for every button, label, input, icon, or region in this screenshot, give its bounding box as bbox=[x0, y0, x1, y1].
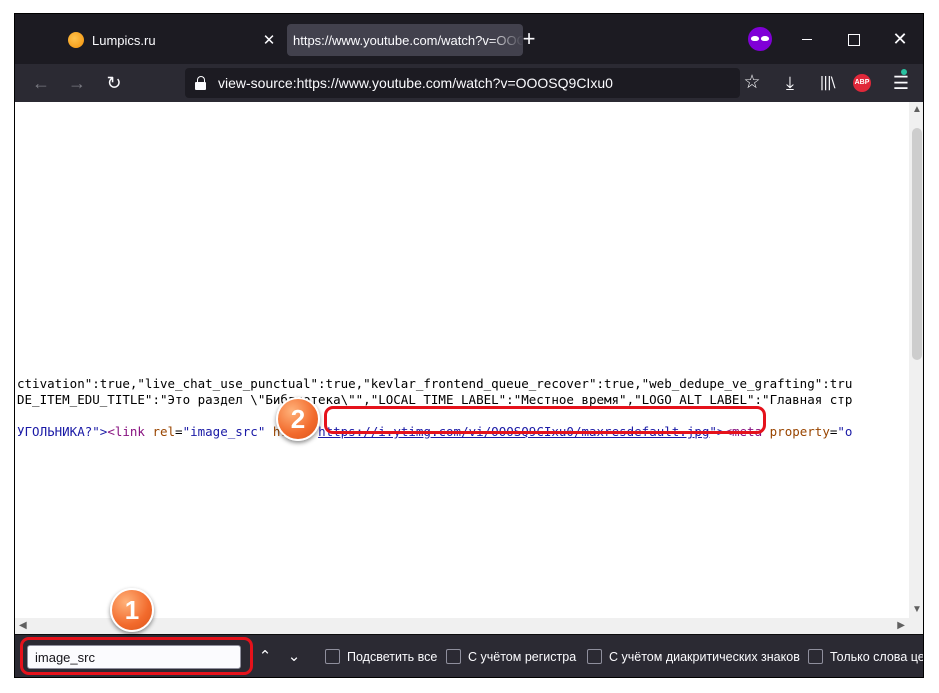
checkbox-box[interactable] bbox=[587, 649, 602, 664]
checkbox-box[interactable] bbox=[446, 649, 461, 664]
source-text: УГОЛЬНИКА?"> bbox=[17, 424, 108, 439]
vertical-scrollbar[interactable]: ▲ ▼ bbox=[909, 102, 923, 634]
source-eq: = bbox=[175, 424, 183, 439]
step-marker-2: 2 bbox=[276, 397, 320, 441]
private-browsing-icon bbox=[748, 27, 772, 51]
lumpics-favicon-icon bbox=[68, 32, 84, 48]
find-input-highlight-frame bbox=[20, 637, 253, 675]
back-button[interactable]: ← bbox=[28, 70, 54, 96]
scroll-down-icon[interactable]: ▼ bbox=[909, 602, 923, 618]
bookmark-star-icon[interactable]: ☆ bbox=[739, 70, 765, 96]
library-icon[interactable]: |||\ bbox=[814, 70, 840, 96]
highlight-all-checkbox[interactable]: Подсветить все bbox=[325, 649, 437, 664]
forward-button[interactable]: → bbox=[64, 70, 90, 96]
find-next-button[interactable]: ⌄ bbox=[283, 645, 305, 669]
url-text[interactable]: view-source:https://www.youtube.com/watc… bbox=[218, 75, 613, 91]
downloads-icon[interactable]: ⤓ bbox=[777, 70, 803, 96]
tab-bar: Lumpics.ru ✕ https://www.youtube.com/wat… bbox=[15, 14, 923, 64]
source-attr-value: "image_src" bbox=[182, 424, 266, 439]
whole-words-checkbox[interactable]: Только слова целиком bbox=[808, 649, 924, 664]
source-attr: rel bbox=[152, 424, 176, 439]
page-source-view[interactable]: ctivation":true,"live_chat_use_punctual"… bbox=[15, 102, 923, 634]
tab-label: Lumpics.ru bbox=[92, 32, 156, 48]
checkbox-label: Только слова целиком bbox=[830, 649, 924, 664]
checkbox-label: С учётом регистра bbox=[468, 649, 577, 664]
maximize-icon[interactable] bbox=[841, 27, 865, 51]
reload-button[interactable]: ↻ bbox=[101, 70, 127, 96]
adblock-plus-icon[interactable]: ABP bbox=[853, 74, 871, 92]
tab-label: https://www.youtube.com/watch?v=OOOSQ9CI… bbox=[293, 32, 523, 48]
find-previous-button[interactable]: ⌃ bbox=[254, 645, 276, 669]
source-line: ctivation":true,"live_chat_use_punctual"… bbox=[17, 376, 853, 391]
vertical-scroll-thumb[interactable] bbox=[912, 128, 922, 360]
step-marker-1: 1 bbox=[110, 588, 154, 632]
address-bar[interactable]: view-source:https://www.youtube.com/watc… bbox=[185, 68, 740, 98]
match-case-checkbox[interactable]: С учётом регистра bbox=[446, 649, 576, 664]
lock-icon[interactable] bbox=[194, 76, 208, 90]
scroll-right-icon[interactable]: ▶ bbox=[897, 618, 905, 634]
scroll-left-icon[interactable]: ◀ bbox=[19, 618, 27, 634]
new-tab-button[interactable]: + bbox=[517, 28, 541, 52]
minimize-icon[interactable] bbox=[795, 27, 819, 51]
match-diacritics-checkbox[interactable]: С учётом диакритических знаков bbox=[587, 649, 800, 664]
update-badge-icon bbox=[901, 69, 907, 75]
navigation-toolbar: ← → ↻ view-source:https://www.youtube.co… bbox=[15, 64, 923, 102]
checkbox-box[interactable] bbox=[325, 649, 340, 664]
source-attr: property bbox=[769, 424, 830, 439]
tab-youtube-source[interactable]: https://www.youtube.com/watch?v=OOOSQ9CI… bbox=[287, 24, 523, 56]
browser-window: Lumpics.ru ✕ https://www.youtube.com/wat… bbox=[14, 13, 924, 678]
tab-lumpics[interactable]: Lumpics.ru ✕ bbox=[63, 24, 281, 56]
checkbox-label: С учётом диакритических знаков bbox=[609, 649, 800, 664]
close-window-icon[interactable]: ✕ bbox=[888, 27, 912, 51]
link-highlight-frame bbox=[324, 406, 766, 434]
checkbox-label: Подсветить все bbox=[347, 649, 438, 664]
source-attr-value: "o bbox=[837, 424, 853, 439]
tab-close-icon[interactable]: ✕ bbox=[257, 31, 281, 49]
scroll-up-icon[interactable]: ▲ bbox=[909, 102, 923, 118]
source-tag: <link bbox=[107, 424, 153, 439]
checkbox-box[interactable] bbox=[808, 649, 823, 664]
